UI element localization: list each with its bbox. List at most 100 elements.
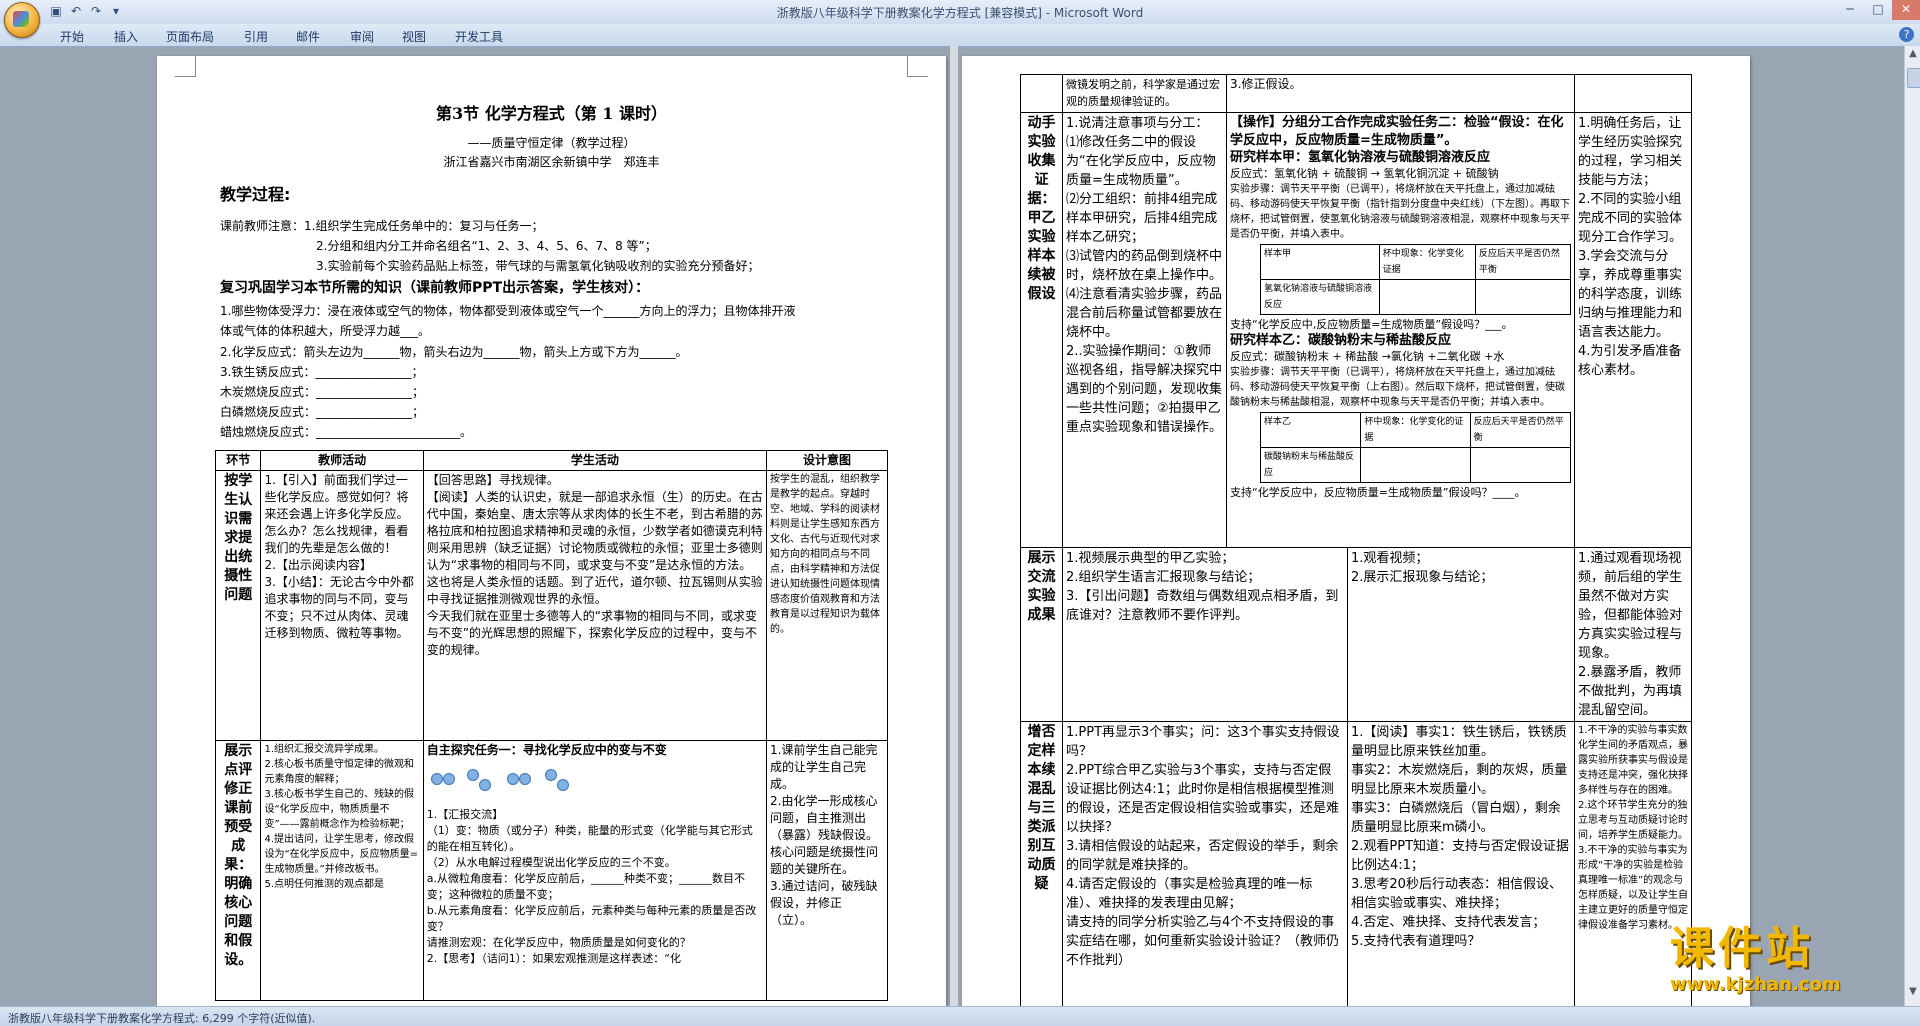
mini-cell: 样本乙 — [1259, 412, 1362, 448]
review-line: 2.化学反应式：箭头左边为______物，箭头右边为______物，箭头上方或下… — [220, 345, 688, 359]
review-line: 白磷燃烧反应式：________________； — [220, 405, 425, 419]
tab-references[interactable]: 引用 — [244, 28, 268, 45]
table-row: 增否定样本续混乱与三类派别互动质疑 1.PPT再显示3个事实；问：这3个事实支持… — [1020, 721, 1692, 1006]
tab-page-layout[interactable]: 页面布局 — [166, 28, 214, 45]
table-row: 微镜发明之前，科学家是通过宏观的质量规律验证的。 3.修正假设。 — [1020, 74, 1692, 113]
sample-a-title: 研究样本甲：氢氧化钠溶液与硫酸铜溶液反应 — [1230, 150, 1491, 165]
status-bar: 浙教版八年级科学下册教案化学方程式: 6,299 个字符(近似值). — [0, 1006, 1920, 1026]
mini-cell: 杯中现象：化学变化的证据 — [1360, 412, 1471, 448]
review-line: 3.铁生锈反应式：________________； — [220, 365, 424, 379]
sample-a-steps: 实验步骤：调节天平平衡（已调平），将烧杯放在天平托盘上，通过加减砝码、移动游码使… — [1230, 184, 1570, 240]
window-title: 浙教版八年级科学下册教案化学方程式 [兼容模式] - Microsoft Wor… — [776, 6, 1144, 20]
office-button[interactable] — [4, 2, 40, 38]
help-icon[interactable]: ? — [1899, 27, 1914, 42]
minimize-button[interactable]: ─ — [1836, 0, 1864, 20]
student-task-title: 自主探究任务一：寻找化学反应中的变与不变 — [426, 743, 667, 757]
teacher-cell: 1.PPT再显示3个事实；问：这3个事实支持假设吗？ 2.PPT综合甲乙实验与3… — [1062, 721, 1348, 1006]
scroll-thumb[interactable] — [1907, 68, 1920, 88]
sample-a-equation: 反应式：氢氧化钠 + 硫酸铜 → 氢氧化铜沉淀 + 硫酸钠 — [1230, 167, 1499, 180]
sample-b-equation: 反应式：碳酸钠粉末 + 稀盐酸 →氯化钠 +二氧化碳 +水 — [1230, 350, 1505, 363]
mini-cell: 杯中现象：化学变化证据 — [1378, 244, 1476, 280]
status-text: 浙教版八年级科学下册教案化学方程式: 6,299 个字符(近似值). — [8, 1012, 316, 1025]
scroll-down-icon[interactable]: ▼ — [1907, 986, 1919, 997]
teacher-cell: 1.组织汇报交流异学成果。 2.核心板书质量守恒定律的微观和元素角度的解释； 3… — [260, 740, 424, 1001]
review-heading: 复习巩固学习本节所需的知识（课前教师PPT出示答案，学生核对）： — [220, 280, 650, 296]
student-cell: 1.【阅读】事实1：铁生锈后，铁锈质量明显比原来铁丝加重。 事实2：木炭燃烧后，… — [1347, 721, 1575, 1006]
crop-mark — [175, 56, 196, 77]
phase-cell: 展示交流实验成果 — [1020, 547, 1063, 722]
review-line: 1.哪些物体受浮力：浸在液体或空气的物体，物体都受到液体或空气一个______方… — [220, 304, 796, 318]
phase-cell: 展示点评修正课前预受成果：明确核心问题和假设。 — [214, 740, 262, 1001]
table-row: 展示交流实验成果 1.视频展示典型的甲乙实验； 2.组织学生语言汇报现象与结论；… — [1020, 547, 1692, 722]
student-cell: 【回答思路】寻找规律。 【阅读】人类的认识史，就是一部追求永恒（生）的历史。在古… — [422, 470, 768, 741]
mini-cell: 反应后天平是否仍然平衡 — [1474, 244, 1572, 280]
phase-cell — [1020, 74, 1063, 113]
ribbon-tabs: 开始 插入 页面布局 引用 邮件 审阅 视图 开发工具 ? — [0, 24, 1920, 47]
tab-insert[interactable]: 插入 — [114, 28, 138, 45]
maximize-button[interactable]: □ — [1864, 0, 1892, 20]
note-line: 课前教师注意：1.组织学生完成任务单中的：复习与任务一； — [220, 219, 544, 233]
col-header: 学生活动 — [422, 450, 768, 471]
intent-cell: 1.课前学生自己能完成的让学生自己完成。 2.由化学一形成核心问题，自主推测出（… — [766, 740, 888, 1001]
document-page-left[interactable]: 第3节 化学方程式（第 1 课时） ——质量守恒定律（教学过程） 浙江省嘉兴市南… — [157, 56, 946, 1006]
lesson-table-right: 微镜发明之前，科学家是通过宏观的质量规律验证的。 3.修正假设。 动手实验收集证… — [1020, 74, 1692, 1006]
mini-cell: 反应后天平是否仍然平衡 — [1469, 412, 1572, 448]
mini-cell — [1474, 279, 1572, 315]
sample-b-support: 支持“化学反应中，反应物质量=生成物质量”假设吗？____。 — [1230, 486, 1526, 499]
tab-home[interactable]: 开始 — [60, 28, 84, 45]
phase-cell: 增否定样本续混乱与三类派别互动质疑 — [1020, 721, 1063, 1006]
intent-cell — [1574, 74, 1692, 113]
student-text: 1.【汇报交流】 （1）变：物质（或分子）种类，能量的形式变（化学能与其它形式的… — [426, 808, 757, 965]
review-line: 蜡烛燃烧反应式：________________________。 — [220, 425, 473, 439]
mini-cell — [1378, 279, 1476, 315]
close-button[interactable]: ✕ — [1892, 0, 1920, 20]
student-cell: 3.修正假设。 — [1226, 74, 1575, 113]
student-cell: 自主探究任务一：寻找化学反应中的变与不变 1.【汇报交流】 （1）变：物质（或分… — [422, 740, 768, 1001]
table-header-row: 环节 教师活动 学生活动 设计意图 — [214, 450, 888, 471]
sample-a-support: 支持“化学反应中,反应物质量=生成物质量”假设吗？___。 — [1230, 318, 1513, 331]
electrolysis-model-diagram — [427, 759, 577, 807]
student-cell: 1.观看视频； 2.展示汇报现象与结论； — [1347, 547, 1575, 722]
review-line: 体或气体的体积越大，所受浮力越___。 — [220, 324, 431, 338]
tab-review[interactable]: 审阅 — [350, 28, 374, 45]
col-header: 教师活动 — [260, 450, 424, 471]
window-controls: ─ □ ✕ — [1836, 0, 1920, 20]
intent-cell: 1.通过观看现场视频，前后组的学生虽然不做对方实验，但都能体验对方真实实验过程与… — [1574, 547, 1692, 722]
tab-developer[interactable]: 开发工具 — [455, 28, 503, 45]
note-line: 2.分组和组内分工并命名组名“1、2、3、4、5、6、7、8 等”； — [316, 239, 657, 253]
mini-cell: 样本甲 — [1260, 244, 1380, 280]
sample-a-table: 样本甲 杯中现象：化学变化证据 反应后天平是否仍然平衡 氢氧化钠溶液与硫酸铜溶液反应 — [1260, 244, 1572, 315]
phase-cell: 动手实验收集证据：甲乙实验样本续被假设 — [1020, 112, 1063, 548]
intent-cell: 1.明确任务后，让学生经历实验探究的过程，学习相关技能与方法； 2.不同的实验小… — [1574, 112, 1692, 548]
table-row: 展示点评修正课前预受成果：明确核心问题和假设。 1.组织汇报交流异学成果。 2.… — [214, 740, 888, 1001]
tab-mailings[interactable]: 邮件 — [296, 28, 320, 45]
teacher-cell: 1.【引入】前面我们学过一些化学反应。感觉如何？将来还会遇上许多化学反应。怎么办… — [260, 470, 424, 741]
mini-cell — [1469, 447, 1572, 483]
review-line: 木炭燃烧反应式：________________； — [220, 385, 425, 399]
process-heading: 教学过程: — [220, 185, 291, 204]
col-header: 环节 — [214, 450, 262, 471]
teacher-cell: 1.说清注意事项与分工： ⑴修改任务二中的假设为“在化学反应中，反应物质量=生成… — [1062, 112, 1227, 548]
sample-b-table: 样本乙 杯中现象：化学变化的证据 反应后天平是否仍然平衡 碳酸钠粉末与稀盐酸反应 — [1259, 412, 1572, 483]
watermark-url: www.kjzhan.com — [1670, 974, 1841, 995]
crop-mark — [907, 56, 928, 77]
scroll-up-icon[interactable]: ▲ — [1907, 48, 1919, 59]
page-gap — [950, 46, 958, 1006]
intent-cell: 按学生的混乱，组织教学是教学的起点。穿越时空、地域、学科的阅读材料则是让学生感知… — [766, 470, 888, 741]
office-logo-icon — [13, 11, 29, 27]
note-line: 3.实验前每个实验药品贴上标签，带气球的与需氢氧化钠吸收剂的实验充分预备好； — [316, 259, 760, 273]
watermark-logo: 课件站 www.kjzhan.com — [1670, 924, 1841, 996]
operation-title: 【操作】分组分工合作完成实验任务二：检验“假设：在化学反应中，反应物质量=生成物… — [1230, 115, 1564, 148]
col-header: 设计意图 — [766, 450, 888, 471]
document-page-right[interactable]: 微镜发明之前，科学家是通过宏观的质量规律验证的。 3.修正假设。 动手实验收集证… — [962, 56, 1750, 1006]
teacher-cell: 1.视频展示典型的甲乙实验； 2.组织学生语言汇报现象与结论； 3.【引出问题】… — [1062, 547, 1348, 722]
sample-b-steps: 实验步骤：调节天平平衡（已调平），将烧杯放在天平托盘上，通过加减砝码、移动游码使… — [1230, 367, 1565, 408]
mini-cell: 碳酸钠粉末与稀盐酸反应 — [1259, 447, 1362, 483]
table-row: 按学生认识需求提出统摄性问题 1.【引入】前面我们学过一些化学反应。感觉如何？将… — [214, 470, 888, 741]
mini-cell: 氢氧化钠溶液与硫酸铜溶液反应 — [1260, 279, 1380, 315]
tab-view[interactable]: 视图 — [402, 28, 426, 45]
document-author: 浙江省嘉兴市南湖区余新镇中学 郑连丰 — [443, 155, 660, 169]
lesson-table-left: 环节 教师活动 学生活动 设计意图 按学生认识需求提出统摄性问题 1.【引入】前… — [214, 450, 888, 1001]
vertical-scrollbar[interactable]: ▲ ▼ — [1904, 46, 1920, 1006]
document-title: 第3节 化学方程式（第 1 课时） — [436, 104, 667, 123]
